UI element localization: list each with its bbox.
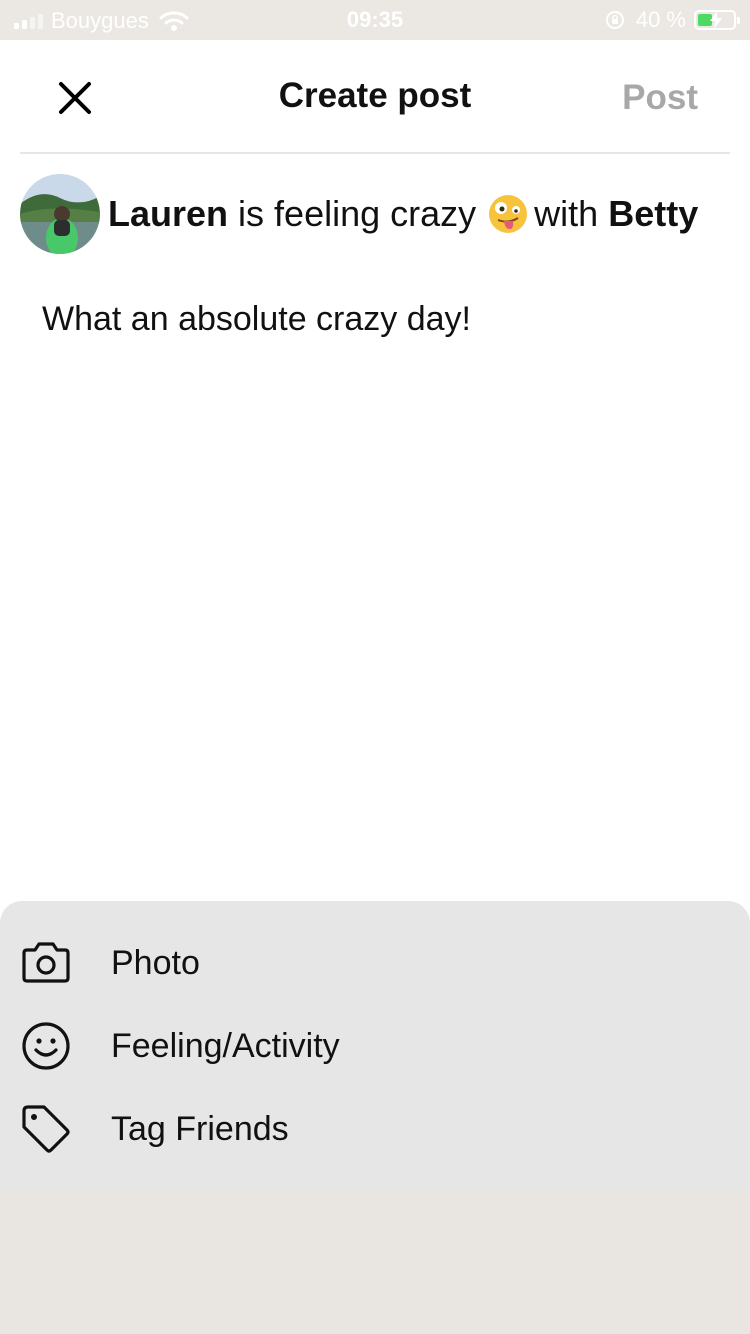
rotation-lock-icon [605,11,624,29]
battery-percentage: 40 % [635,7,686,32]
camera-icon [22,942,70,983]
feeling-activity-label: Feeling/Activity [111,1026,340,1065]
smiley-icon [22,1022,70,1070]
sheet-bottom-area [0,1190,750,1334]
crazy-face-emoji-icon [489,195,528,233]
author-name[interactable]: Lauren [108,193,228,235]
charging-bolt-icon [710,11,722,29]
post-text-input[interactable]: What an absolute crazy day! [42,300,471,339]
header-divider [20,152,730,154]
tagged-friend-name[interactable]: Betty [608,193,698,235]
feeling-activity-action[interactable]: Feeling/Activity [0,1011,750,1081]
with-text: with [534,193,599,234]
post-button[interactable]: Post [622,78,698,118]
status-right: 40 % [604,7,740,33]
author-row: Lauren is feeling crazy with Betty [20,174,698,254]
photo-action[interactable]: Photo [0,928,750,998]
photo-label: Photo [111,943,200,982]
feeling-text: is feeling crazy [238,193,477,234]
battery-icon [694,10,740,30]
header: Create post Post [0,40,750,154]
avatar[interactable] [20,174,100,254]
status-bar: Bouygues 09:35 40 % [0,0,750,40]
tag-icon [22,1105,70,1153]
author-line: Lauren is feeling crazy with Betty [108,193,698,235]
tag-friends-label: Tag Friends [111,1109,289,1148]
tag-friends-action[interactable]: Tag Friends [0,1094,750,1164]
